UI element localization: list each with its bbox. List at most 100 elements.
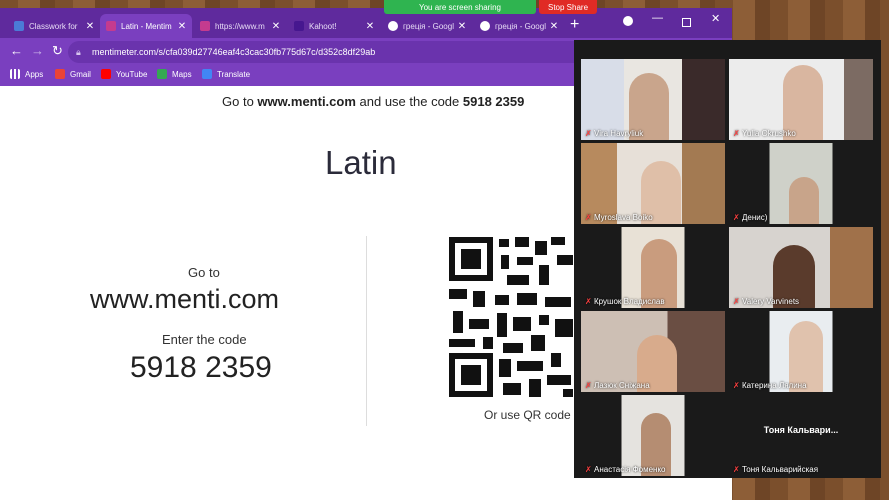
- youtube-icon: [101, 69, 111, 79]
- tab-mentimeter[interactable]: Latin - Mentim ✕: [100, 14, 192, 38]
- participant-tile[interactable]: ✗ Myroslava Boiko: [581, 143, 725, 224]
- forward-icon[interactable]: →: [31, 44, 44, 58]
- participant-name: ✗ Денис): [733, 213, 767, 222]
- bookmark-apps[interactable]: Apps: [10, 69, 43, 79]
- participant-name: ✗ Лазюк Сніжана: [585, 381, 650, 390]
- bookmark-label: Maps: [172, 69, 192, 79]
- apps-icon: [10, 69, 20, 79]
- qr-code: [447, 235, 577, 401]
- participant-name: ✗ Катерина Лялина: [733, 381, 807, 390]
- participant-tile[interactable]: ✗ Valery Varvinets: [729, 227, 873, 308]
- participant-tile[interactable]: ✗ Анастасія Фоменко: [581, 395, 725, 476]
- participant-tile[interactable]: ✗ Денис): [729, 143, 873, 224]
- close-icon[interactable]: ✕: [84, 21, 96, 32]
- participant-name-label: Myroslava Boiko: [594, 213, 653, 222]
- zoom-gallery-panel: ✗ Vira Havryliuk ✗ Yulia Okrushko ✗ Myrosla…: [574, 40, 881, 478]
- tab-menti-url[interactable]: https://www.m ✕: [194, 14, 286, 38]
- enter-code-label: Enter the code: [162, 332, 247, 347]
- participant-tile[interactable]: ✗ Yulia Okrushko: [729, 59, 873, 140]
- tab-google-search-2[interactable]: греція - Googl ✕: [474, 14, 564, 38]
- participant-name: ✗ Крушок Владислав: [585, 297, 665, 306]
- bookmark-gmail[interactable]: Gmail: [55, 69, 91, 79]
- tab-label: Latin - Mentim: [121, 21, 172, 31]
- muted-mic-icon: ✗: [585, 464, 592, 474]
- participant-tile[interactable]: Тоня Кальвари... ✗ Тоня Кальварийская: [729, 395, 873, 476]
- stop-share-label: Stop Share: [547, 2, 589, 12]
- participant-tile[interactable]: ✗ Катерина Лялина: [729, 311, 873, 392]
- muted-mic-icon: ✗: [585, 212, 592, 222]
- tab-label: Kahoot!: [309, 21, 337, 31]
- reload-icon[interactable]: ↻: [52, 44, 63, 58]
- share-status-text: You are screen sharing: [419, 2, 501, 12]
- address-bar[interactable]: 🔒︎ mentimeter.com/s/cfa039d27746eaf4c3ca…: [68, 41, 588, 63]
- participant-name-label: Yulia Okrushko: [742, 129, 796, 138]
- profile-menu-icon[interactable]: [623, 16, 633, 26]
- new-tab-button[interactable]: +: [570, 16, 579, 34]
- participant-tile[interactable]: ✗ Лазюк Сніжана: [581, 311, 725, 392]
- maps-icon: [157, 69, 167, 79]
- bookmark-maps[interactable]: Maps: [157, 69, 192, 79]
- participant-name: ✗ Тоня Кальварийская: [733, 465, 818, 474]
- bookmark-label: Translate: [217, 69, 251, 79]
- participant-name-label: Vira Havryliuk: [594, 129, 644, 138]
- close-icon[interactable]: ✕: [456, 21, 468, 32]
- muted-mic-icon: ✗: [733, 212, 740, 222]
- muted-mic-icon: ✗: [733, 380, 740, 390]
- mentimeter-icon: [106, 21, 116, 31]
- participant-name: ✗ Анастасія Фоменко: [585, 465, 666, 474]
- google-icon: [388, 21, 398, 31]
- menti-url: www.menti.com: [90, 284, 280, 314]
- gmail-icon: [55, 69, 65, 79]
- qr-code-caption: Or use QR code: [484, 408, 571, 422]
- participant-name-label: Тоня Кальварийская: [742, 465, 819, 474]
- google-icon: [480, 21, 490, 31]
- video-off-name: Тоня Кальвари...: [763, 425, 839, 435]
- bookmark-translate[interactable]: Translate: [202, 69, 250, 79]
- divider: [366, 236, 367, 426]
- participant-name-label: Анастасія Фоменко: [594, 465, 666, 474]
- instruction-url: www.menti.com: [257, 94, 356, 109]
- participant-name-label: Денис): [742, 213, 768, 222]
- tab-label: Classwork for: [29, 21, 78, 31]
- kahoot-icon: [294, 21, 304, 31]
- participant-name: ✗ Yulia Okrushko: [733, 129, 796, 138]
- close-window-icon[interactable]: ✕: [711, 12, 720, 25]
- back-icon[interactable]: ←: [10, 44, 23, 58]
- close-icon[interactable]: ✕: [548, 21, 560, 32]
- instruction-text: Go to: [222, 94, 258, 109]
- stop-share-button[interactable]: Stop Share: [539, 0, 597, 14]
- participant-tile[interactable]: ✗ Vira Havryliuk: [581, 59, 725, 140]
- muted-mic-icon: ✗: [733, 128, 740, 138]
- url-text: mentimeter.com/s/cfa039d27746eaf4c3cac30…: [92, 47, 376, 57]
- instruction-code: 5918 2359: [462, 94, 525, 109]
- close-icon[interactable]: ✕: [364, 21, 376, 32]
- participant-name-label: Valery Varvinets: [742, 297, 800, 306]
- muted-mic-icon: ✗: [585, 128, 592, 138]
- lock-icon: 🔒︎: [76, 46, 81, 57]
- translate-icon: [202, 69, 212, 79]
- bookmark-label: Gmail: [70, 69, 91, 79]
- slide-title: Latin: [325, 144, 397, 181]
- participant-name: ✗ Valery Varvinets: [733, 297, 799, 306]
- classroom-icon: [14, 21, 24, 31]
- maximize-icon[interactable]: [682, 18, 691, 27]
- close-icon[interactable]: ✕: [270, 21, 282, 32]
- participant-name-label: Крушок Владислав: [594, 297, 665, 306]
- participant-tile[interactable]: ✗ Крушок Владислав: [581, 227, 725, 308]
- tab-kahoot[interactable]: Kahoot! ✕: [288, 14, 380, 38]
- participant-name-label: Катерина Лялина: [742, 381, 807, 390]
- participant-name: ✗ Vira Havryliuk: [585, 129, 643, 138]
- instruction-text: and use the code: [355, 94, 463, 109]
- tab-classwork[interactable]: Classwork for ✕: [8, 14, 100, 38]
- tab-label: греція - Googl: [403, 21, 454, 31]
- participant-name: ✗ Myroslava Boiko: [585, 213, 653, 222]
- bookmark-label: Apps: [25, 69, 44, 79]
- close-icon[interactable]: ✕: [176, 21, 188, 32]
- minimize-icon[interactable]: —: [652, 12, 663, 24]
- tab-google-search[interactable]: греція - Googl ✕: [382, 14, 472, 38]
- bookmark-youtube[interactable]: YouTube: [101, 69, 147, 79]
- participant-video: [789, 177, 819, 224]
- muted-mic-icon: ✗: [733, 296, 740, 306]
- tab-label: греція - Googl: [495, 21, 546, 31]
- bookmark-label: YouTube: [116, 69, 148, 79]
